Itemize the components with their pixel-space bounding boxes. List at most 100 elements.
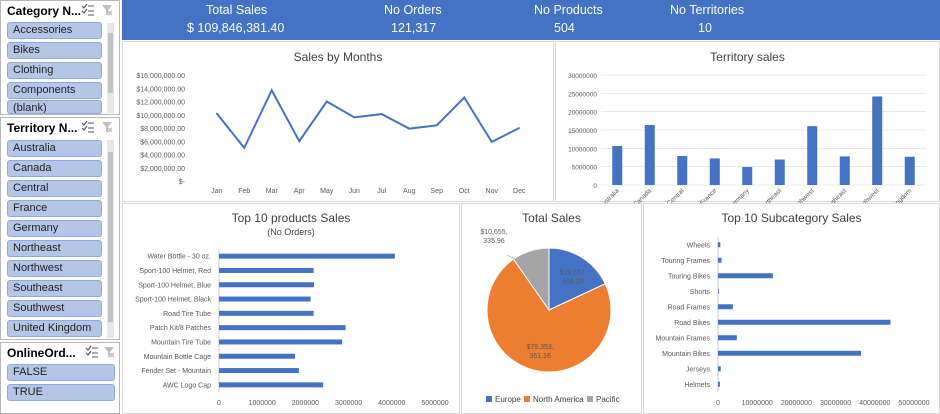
territory-bar-plot: 0 5000000 10000000 15000000 20000000 25000000… [568, 73, 926, 203]
series-line [215, 88, 520, 150]
y-tick-label: $6,000,000.00 [140, 139, 185, 146]
x-tick-label: Feb [238, 188, 250, 195]
slicer-item-true[interactable]: TRUE [7, 384, 115, 401]
y-tick-label: Helmets [684, 382, 710, 389]
slicer-item-germany[interactable]: Germany [7, 220, 102, 237]
bar [644, 125, 655, 185]
slicer-item-australia[interactable]: Australia [7, 140, 102, 157]
bar [718, 273, 773, 279]
legend-swatch [587, 396, 593, 402]
x-tick-label: 10000000 [742, 400, 773, 407]
y-tick-label: Mountain Frames [656, 335, 711, 342]
y-tick-label: Road Bikes [674, 320, 710, 327]
data-point [353, 116, 356, 119]
legend-label: Pacific [596, 395, 620, 404]
online-order-slicer: OnlineOrd... FALSE TRUE [0, 342, 120, 414]
x-tick-label: Jan [211, 188, 222, 195]
slicer-item-bikes[interactable]: Bikes [7, 42, 102, 59]
bar [219, 353, 296, 359]
bar [677, 156, 688, 185]
sales-by-months-chart[interactable]: Sales by Months $- $2,000,000.00 $4,000,00… [122, 41, 554, 202]
bar [774, 159, 785, 185]
x-tick-label: United Kingdom [876, 187, 914, 203]
slicer-item-accessories[interactable]: Accessories [7, 22, 102, 39]
data-point [463, 96, 466, 99]
slicer-item-central[interactable]: Central [7, 180, 102, 197]
x-tick-label: Canada [632, 187, 653, 203]
x-tick-label: Jul [377, 188, 386, 195]
y-tick-label: Touring Bikes [668, 273, 711, 280]
y-tick-label: Wheels [687, 242, 711, 249]
category-scrollbar[interactable] [107, 23, 114, 113]
x-tick-label: 30000000 [820, 400, 851, 407]
bar [872, 96, 883, 185]
slicer-item-components[interactable]: Components [7, 82, 102, 99]
x-tick-label: Nov [486, 188, 499, 195]
clear-filter-icon[interactable] [101, 4, 113, 16]
data-label: 361.16 [529, 353, 551, 360]
line-chart-plot: $- $2,000,000.00 $4,000,000.00 $6,000,000.0… [136, 73, 526, 195]
legend-label: North America [533, 395, 584, 404]
online-order-slicer-header: OnlineOrd... [1, 343, 119, 363]
slicer-item-northeast[interactable]: Northeast [7, 240, 102, 257]
x-tick-label: Aug [403, 188, 416, 195]
bar [718, 350, 862, 356]
bar [718, 242, 721, 248]
clear-filter-icon[interactable] [101, 121, 113, 133]
total-sales-pie-chart[interactable]: Total Sales $19,837, 684.28 $79,353, 361.16… [461, 203, 642, 414]
slicer-item-clothing[interactable]: Clothing [7, 62, 102, 79]
multi-select-icon[interactable] [81, 121, 95, 133]
bar [219, 253, 395, 259]
x-tick-label: Oct [459, 188, 470, 195]
y-tick-label: Jerseys [686, 366, 711, 373]
bar [718, 288, 719, 294]
territory-scrollbar-thumb[interactable] [108, 152, 113, 322]
bar [612, 145, 623, 185]
bar [219, 282, 315, 288]
x-tick-label: 40000000 [859, 400, 890, 407]
clear-filter-icon[interactable] [103, 346, 115, 358]
multi-select-icon[interactable] [85, 346, 99, 358]
slicer-item-united-kingdom[interactable]: United Kingdom [7, 320, 102, 337]
legend-europe: Europe [486, 395, 521, 404]
territory-sales-chart[interactable]: Territory sales 0 5000000 10000000 15000000… [555, 41, 940, 203]
data-point [490, 141, 493, 143]
slicer-item-southeast[interactable]: Southeast [7, 280, 102, 297]
subcategory-bar-plot: Wheels Touring Frames Touring Bikes Shorts R… [656, 237, 930, 407]
x-tick-label: 3000000 [335, 400, 362, 407]
kpi-total-sales-label: Total Sales [206, 3, 268, 17]
slicer-item-canada[interactable]: Canada [7, 160, 102, 177]
bar [718, 257, 722, 263]
bar [904, 156, 915, 185]
y-tick-label: Sport-100 Helmet, Blue [138, 282, 211, 289]
y-tick-label: 30000000 [568, 73, 597, 80]
top-products-chart[interactable]: Top 10 products Sales (No Orders) Water … [122, 203, 460, 414]
y-tick-label: Mountain Bottle Cage [144, 354, 211, 361]
category-slicer-header: Category N... [1, 1, 119, 21]
kpi-territories-value: 10 [698, 21, 712, 35]
legend-north-america: North America [524, 395, 584, 404]
x-tick-label: 5000000 [421, 400, 448, 407]
top-subcategory-chart[interactable]: Top 10 Subcategory Sales Wheels Touring F… [643, 203, 940, 414]
data-point [298, 140, 301, 143]
slicer-item-false[interactable]: FALSE [7, 364, 115, 381]
data-label: $19,837, [559, 270, 586, 277]
x-tick-label: Sep [431, 188, 444, 195]
multi-select-icon[interactable] [81, 4, 95, 16]
x-tick-label: 2000000 [292, 400, 319, 407]
x-tick-label: May [320, 188, 334, 195]
x-tick-label: 50000000 [898, 400, 929, 407]
slicer-item-northwest[interactable]: Northwest [7, 260, 102, 277]
category-scrollbar-thumb[interactable] [108, 33, 113, 93]
y-tick-label: Mountain Tire Tube [151, 339, 211, 346]
y-tick-label: 0 [593, 183, 597, 190]
territory-scrollbar[interactable] [107, 140, 114, 338]
slicer-item-france[interactable]: France [7, 200, 102, 217]
slicer-item-southwest[interactable]: Southwest [7, 300, 102, 317]
bar [718, 319, 891, 325]
data-point [380, 113, 383, 115]
bar [839, 156, 850, 185]
x-tick-label: Dec [513, 188, 526, 195]
y-tick-label: 5000000 [572, 165, 598, 172]
slicer-item-blank[interactable]: (blank) [7, 100, 102, 114]
